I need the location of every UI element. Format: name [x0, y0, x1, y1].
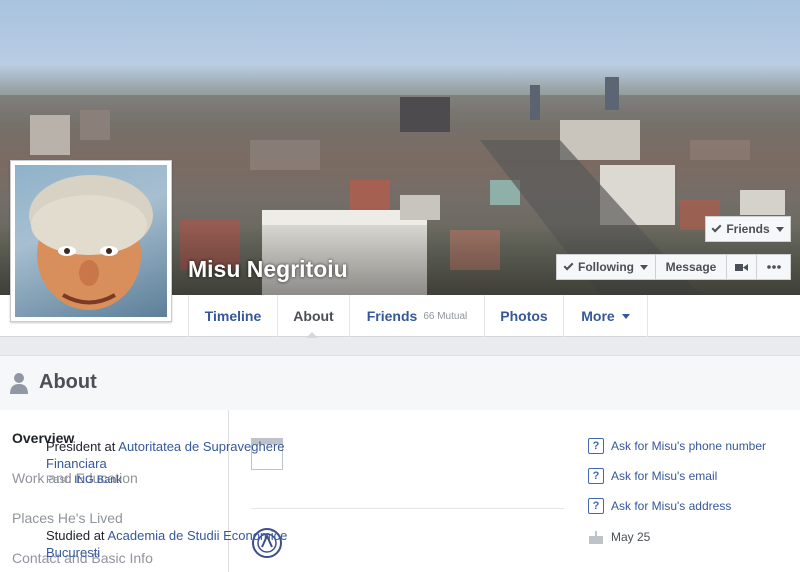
active-tab-indicator [306, 332, 318, 338]
education-prefix: Studied at [46, 528, 108, 543]
friends-button[interactable]: Friends [705, 216, 791, 242]
past-employer-link[interactable]: ING Bank [74, 474, 122, 486]
work-prefix: President at [46, 439, 119, 454]
avatar-caricature [15, 165, 167, 317]
message-button[interactable]: Message [655, 254, 727, 280]
tab-label: Photos [500, 308, 548, 324]
ask-phone-label: Ask for Misu's phone number [611, 439, 767, 453]
following-button[interactable]: Following [556, 254, 656, 280]
check-icon [563, 260, 574, 271]
entry-divider [251, 508, 564, 509]
video-camera-icon [735, 263, 748, 271]
birthday: May 25 [588, 530, 650, 544]
past-prefix: Past: [46, 474, 75, 486]
education-entry: Studied at Academia de Studii Economice … [46, 527, 316, 561]
question-icon: ? [588, 438, 604, 454]
ask-email-label: Ask for Misu's email [611, 469, 718, 483]
question-icon: ? [588, 468, 604, 484]
check-icon [711, 222, 722, 233]
about-content: Overview Work and Education Places He's … [0, 410, 800, 572]
tab-label: Friends [366, 308, 418, 324]
ellipsis-icon [766, 265, 781, 269]
birthday-cake-icon [589, 531, 603, 544]
chevron-down-icon [775, 226, 784, 232]
friends-button-label: Friends [726, 222, 770, 236]
message-button-label: Message [665, 260, 717, 274]
tab-more[interactable]: More [564, 295, 648, 337]
following-button-label: Following [578, 260, 634, 274]
sidebar-item-places-lived[interactable]: Places He's Lived [12, 510, 123, 526]
tab-label: About [293, 308, 334, 324]
tab-timeline[interactable]: Timeline [188, 295, 278, 337]
video-call-button[interactable] [726, 254, 757, 280]
tab-label: More [581, 308, 615, 324]
chevron-down-icon [640, 264, 648, 270]
work-entry: President at Autoritatea de Supraveghere… [46, 438, 316, 489]
person-icon [10, 373, 28, 394]
chevron-down-icon [621, 313, 630, 319]
ask-address-link[interactable]: ? Ask for Misu's address [588, 498, 731, 514]
past-employer: Past: ING Bank [46, 472, 316, 489]
profile-name[interactable]: Misu Negritoiu [188, 256, 348, 283]
more-options-button[interactable] [756, 254, 791, 280]
mutual-friends-count: 66 Mutual [423, 310, 468, 322]
question-icon: ? [588, 498, 604, 514]
tab-about[interactable]: About [278, 295, 350, 337]
ask-email-link[interactable]: ? Ask for Misu's email [588, 468, 717, 484]
profile-picture[interactable] [10, 160, 172, 322]
ask-phone-link[interactable]: ? Ask for Misu's phone number [588, 438, 766, 454]
about-section-header: About [0, 355, 800, 411]
tab-photos[interactable]: Photos [485, 295, 564, 337]
ask-address-label: Ask for Misu's address [611, 499, 732, 513]
tab-label: Timeline [204, 308, 262, 324]
tab-friends[interactable]: Friends 66 Mutual [350, 295, 485, 337]
birthday-date: May 25 [611, 530, 651, 544]
about-title: About [39, 371, 97, 393]
